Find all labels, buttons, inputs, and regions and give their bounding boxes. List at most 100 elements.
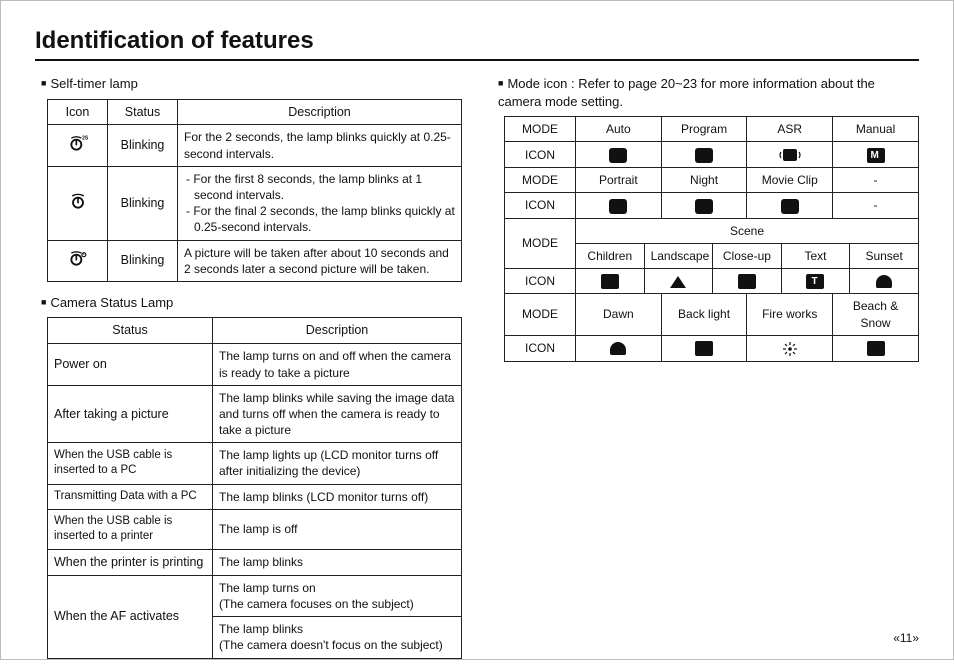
timer-10s-icon xyxy=(48,166,108,240)
table-row: Blinking A picture will be taken after a… xyxy=(48,240,462,281)
mode-portrait: Portrait xyxy=(576,168,662,193)
children-icon xyxy=(576,269,645,294)
col-status: Status xyxy=(48,318,213,344)
selftimer-heading: ■Self-timer lamp xyxy=(41,75,462,93)
fireworks-icon xyxy=(747,335,833,361)
cell-desc: The lamp blinks xyxy=(213,549,462,575)
movieclip-icon xyxy=(747,193,833,218)
table-header-row: Icon Status Description xyxy=(48,99,462,125)
row-label: ICON xyxy=(505,142,576,168)
camstatus-heading: ■Camera Status Lamp xyxy=(41,294,462,312)
scene-dawn: Dawn xyxy=(576,294,662,335)
row-label: ICON xyxy=(505,269,576,294)
table-row: ICON xyxy=(505,142,919,168)
manual-page: Identification of features ■Self-timer l… xyxy=(0,0,954,660)
table-row: MODE Portrait Night Movie Clip - xyxy=(505,168,919,193)
cell-desc: The lamp turns on (The camera focuses on… xyxy=(213,575,462,616)
table-row: 2S Blinking For the 2 seconds, the lamp … xyxy=(48,125,462,166)
cell-status: Power on xyxy=(48,344,213,385)
table-row: Transmitting Data with a PC The lamp bli… xyxy=(48,484,462,509)
night-icon xyxy=(661,193,747,218)
table-row: When the printer is printing The lamp bl… xyxy=(48,549,462,575)
portrait-icon xyxy=(576,193,662,218)
cell-desc: The lamp lights up (LCD monitor turns of… xyxy=(213,443,462,484)
mode-program: Program xyxy=(661,117,747,142)
manual-icon xyxy=(833,142,919,168)
row-label: ICON xyxy=(505,193,576,218)
cell-status: After taking a picture xyxy=(48,385,213,443)
table-row: ICON - xyxy=(505,193,919,218)
table-row: Power on The lamp turns on and off when … xyxy=(48,344,462,385)
cell-status: Transmitting Data with a PC xyxy=(48,484,213,509)
page-number: «11» xyxy=(893,631,919,645)
table-row: ICON xyxy=(505,335,919,361)
table-row: MODE Dawn Back light Fire works Beach & … xyxy=(505,294,919,335)
sunset-icon xyxy=(850,269,919,294)
row-label: MODE xyxy=(505,218,576,268)
scene-sunset: Sunset xyxy=(850,243,919,268)
scene-beachsnow: Beach & Snow xyxy=(833,294,919,335)
mode-movieclip: Movie Clip xyxy=(747,168,833,193)
svg-text:2S: 2S xyxy=(82,136,88,142)
cell-desc: - For the first 8 seconds, the lamp blin… xyxy=(178,166,462,240)
cell-status: Blinking xyxy=(108,125,178,166)
cell-status: When the USB cable is inserted to a PC xyxy=(48,443,213,484)
selftimer-table: Icon Status Description 2S Blinking For … xyxy=(47,99,462,282)
cell-desc: A picture will be taken after about 10 s… xyxy=(178,240,462,281)
cell-desc: The lamp blinks (The camera doesn't focu… xyxy=(213,617,462,658)
scene-text: Text xyxy=(781,243,850,268)
table-row: After taking a picture The lamp blinks w… xyxy=(48,385,462,443)
table-row: When the USB cable is inserted to a PC T… xyxy=(48,443,462,484)
cell-status: Blinking xyxy=(108,240,178,281)
scene-closeup: Close-up xyxy=(713,243,782,268)
col-desc: Description xyxy=(178,99,462,125)
table-row: Blinking - For the first 8 seconds, the … xyxy=(48,166,462,240)
cell-status: When the USB cable is inserted to a prin… xyxy=(48,509,213,549)
bullet-icon: ■ xyxy=(41,78,46,88)
cell-status: Blinking xyxy=(108,166,178,240)
row-label: ICON xyxy=(505,335,576,361)
table-row: ICON xyxy=(505,269,919,294)
table-row: MODE Auto Program ASR Manual xyxy=(505,117,919,142)
table-row: When the USB cable is inserted to a prin… xyxy=(48,509,462,549)
mode-heading: ■Mode icon : Refer to page 20~23 for mor… xyxy=(498,75,919,110)
cell-status: When the AF activates xyxy=(48,575,213,658)
right-column: ■Mode icon : Refer to page 20~23 for mor… xyxy=(492,75,919,671)
row-label: MODE xyxy=(505,294,576,335)
title-rule xyxy=(35,59,919,61)
asr-icon xyxy=(747,142,833,168)
row-label: MODE xyxy=(505,168,576,193)
cell-status: When the printer is printing xyxy=(48,549,213,575)
cell-desc: The lamp turns on and off when the camer… xyxy=(213,344,462,385)
scene-children: Children xyxy=(576,243,645,268)
timer-2s-icon: 2S xyxy=(48,125,108,166)
bullet-icon: ■ xyxy=(498,78,503,88)
bullet-icon: ■ xyxy=(41,297,46,307)
col-icon: Icon xyxy=(48,99,108,125)
icon-dash: - xyxy=(833,193,919,218)
mode-asr: ASR xyxy=(747,117,833,142)
program-icon xyxy=(661,142,747,168)
text-icon xyxy=(781,269,850,294)
mode-table: MODE Auto Program ASR Manual ICON xyxy=(504,116,919,361)
beachsnow-icon xyxy=(833,335,919,361)
camstatus-table: Status Description Power on The lamp tur… xyxy=(47,317,462,658)
scene-header: Scene xyxy=(576,218,919,243)
table-row: When the AF activates The lamp turns on … xyxy=(48,575,462,616)
mode-auto: Auto xyxy=(576,117,662,142)
cell-desc: For the 2 seconds, the lamp blinks quick… xyxy=(178,125,462,166)
backlight-icon xyxy=(661,335,747,361)
cell-desc: The lamp blinks (LCD monitor turns off) xyxy=(213,484,462,509)
scene-backlight: Back light xyxy=(661,294,747,335)
cell-desc: The lamp is off xyxy=(213,509,462,549)
mode-night: Night xyxy=(661,168,747,193)
auto-icon xyxy=(576,142,662,168)
col-desc: Description xyxy=(213,318,462,344)
timer-double-icon xyxy=(48,240,108,281)
scene-landscape: Landscape xyxy=(644,243,713,268)
table-row: MODE Scene xyxy=(505,218,919,243)
page-title: Identification of features xyxy=(35,27,919,55)
scene-fireworks: Fire works xyxy=(747,294,833,335)
landscape-icon xyxy=(644,269,713,294)
two-column-layout: ■Self-timer lamp Icon Status Description… xyxy=(35,75,919,671)
